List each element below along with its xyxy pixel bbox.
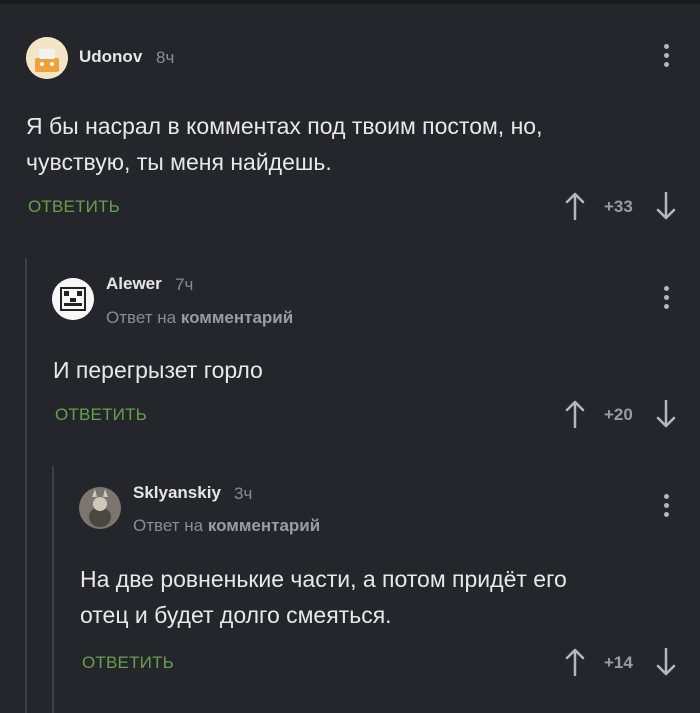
upvote-arrow-icon[interactable] [565,400,585,428]
reply-to-link[interactable]: комментарий [208,516,320,535]
more-options-icon[interactable] [664,494,670,521]
avatar[interactable] [26,37,68,79]
reply-button[interactable]: ОТВЕТИТЬ [55,405,147,425]
comment-username[interactable]: Sklyanskiy [133,483,221,503]
avatar-image-icon [26,37,68,79]
comment-body: На две ровненькие части, а потом придёт … [80,561,680,633]
avatar-image-icon [79,487,121,529]
avatar-image-icon [52,278,94,320]
upvote-arrow-icon[interactable] [565,648,585,676]
thread-line-level-1[interactable] [25,258,27,713]
vote-score: +33 [604,197,633,216]
thread-line-level-2[interactable] [52,466,54,713]
comment-body: Я бы насрал в комментах под твоим постом… [26,108,676,180]
reply-to-prefix: Ответ на [133,516,204,535]
reply-to-link[interactable]: комментарий [181,308,293,327]
comment-body-line: отец и будет долго смеяться. [80,602,392,628]
vote-score: +20 [604,405,633,424]
top-bar [0,0,700,4]
avatar[interactable] [52,278,94,320]
comment-time: 8ч [156,48,175,67]
more-options-icon[interactable] [664,44,670,71]
downvote-arrow-icon[interactable] [656,192,676,220]
comment-body-line: На две ровненькие части, а потом придёт … [80,566,567,592]
comment-username[interactable]: Alewer [106,274,162,294]
downvote-arrow-icon[interactable] [656,400,676,428]
comment-username[interactable]: Udonov [79,47,142,67]
upvote-arrow-icon[interactable] [565,192,585,220]
reply-to-label: Ответ на комментарий [106,308,293,328]
comment-time: 3ч [234,484,253,503]
comment-body-line: чувствую, ты меня найдешь. [26,149,332,175]
comment-body-line: И перегрызет горло [53,357,263,383]
comment-time: 7ч [175,275,194,294]
downvote-arrow-icon[interactable] [656,648,676,676]
comment-body: И перегрызет горло [53,352,673,388]
vote-score: +14 [604,653,633,672]
more-options-icon[interactable] [664,286,670,313]
avatar[interactable] [79,487,121,529]
comment-body-line: Я бы насрал в комментах под твоим постом… [26,113,543,139]
reply-button[interactable]: ОТВЕТИТЬ [82,653,174,673]
reply-to-label: Ответ на комментарий [133,516,320,536]
reply-to-prefix: Ответ на [106,308,177,327]
reply-button[interactable]: ОТВЕТИТЬ [28,197,120,217]
